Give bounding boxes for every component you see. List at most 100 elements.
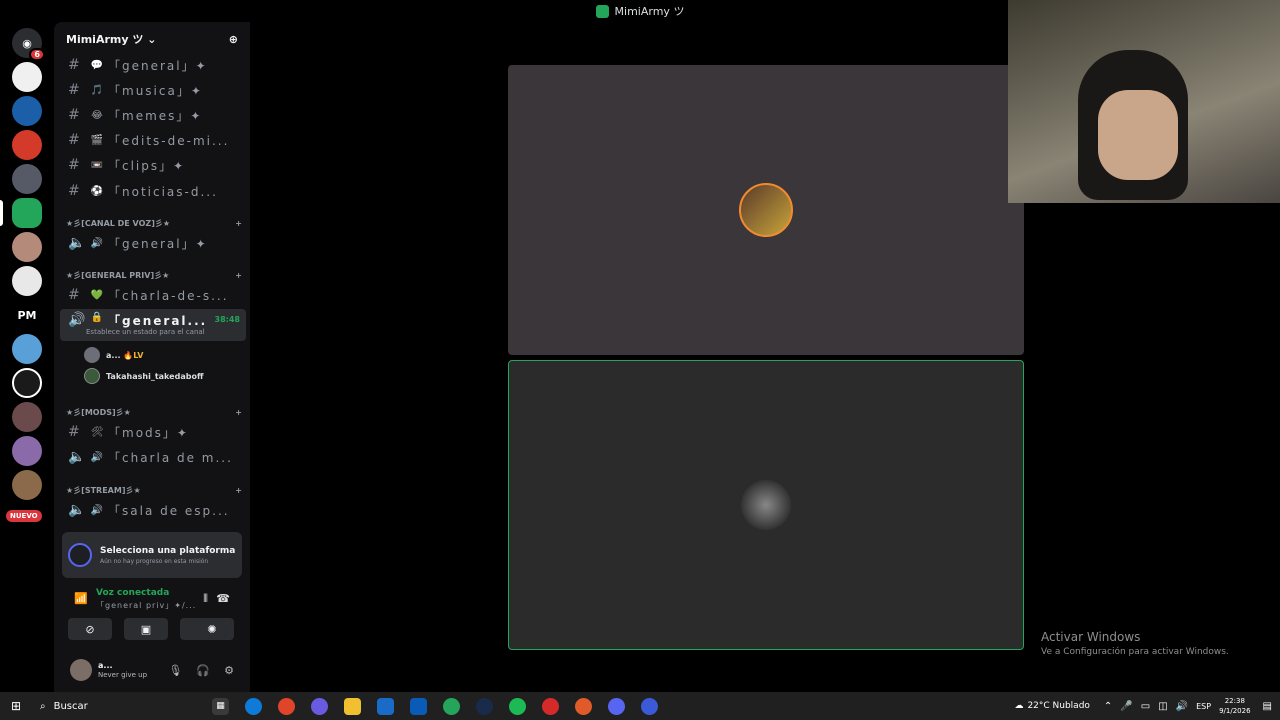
avatar	[739, 183, 793, 237]
steam-icon[interactable]	[476, 697, 493, 715]
voice-channel-general[interactable]: 🔈 🔊 「general」✦	[60, 232, 246, 254]
server-icon-1[interactable]	[12, 62, 42, 92]
signal-icon[interactable]: 📶	[74, 592, 88, 605]
voice-timer: 38:48	[214, 315, 240, 324]
server-icon-11[interactable]	[12, 402, 42, 432]
plus-icon[interactable]: +	[235, 219, 242, 228]
category-canal-de-voz[interactable]: ★彡[CANAL DE VOZ]彡★ +	[66, 216, 242, 230]
category-general-priv[interactable]: ★彡[GENERAL PRIV]彡★ +	[66, 268, 242, 282]
folder-icon[interactable]	[344, 697, 361, 715]
battery-icon[interactable]: ▭	[1141, 701, 1150, 712]
channel-charla[interactable]: # 💚 「charla-de-s...	[60, 284, 246, 306]
channel-status-hint[interactable]: Establece un estado para el canal	[86, 328, 205, 336]
windows-icon: ⊞	[10, 699, 22, 713]
plus-icon[interactable]: +	[235, 408, 242, 417]
chevron-up-icon[interactable]: ⌃	[1104, 701, 1112, 712]
chrome-icon[interactable]	[278, 697, 295, 715]
server-icon-6[interactable]	[12, 232, 42, 262]
screen-share-button[interactable]: ▣	[124, 618, 168, 640]
microphone-tray-icon[interactable]: 🎤	[1120, 701, 1132, 712]
browser-icon[interactable]	[575, 697, 592, 715]
lock-icon: 🔒	[90, 312, 104, 323]
search-icon: ⌕	[40, 700, 46, 712]
task-view-icon[interactable]: ▦	[212, 697, 229, 715]
clock[interactable]: 22:38 9/1/2026	[1219, 696, 1250, 716]
whatsapp-icon[interactable]	[443, 697, 460, 715]
voice-connected-label[interactable]: Voz conectada	[96, 588, 169, 598]
participant-tile-speaking[interactable]	[508, 360, 1024, 650]
server-icon-4[interactable]	[12, 164, 42, 194]
hash-icon: #	[68, 107, 80, 123]
discord-taskbar-icon[interactable]	[608, 697, 625, 715]
user-panel[interactable]: a... Never give up 🎙 🎧 ⚙	[62, 652, 242, 688]
store-icon[interactable]	[377, 697, 394, 715]
channel-memes[interactable]: # 😂 「memes」✦	[60, 104, 246, 126]
voice-channel-sala-espera[interactable]: 🔈 🔊 「sala de esp...	[60, 499, 246, 521]
channel-sidebar: MimiArmy ツ ⌄ ⊕ # 💬 「general」✦ # 🎵 「musica」✦ …	[54, 22, 250, 692]
plus-icon[interactable]: +	[235, 271, 242, 280]
speaker-icon: 🔈	[68, 502, 86, 518]
disconnect-icon[interactable]: ☎	[216, 592, 230, 605]
server-header[interactable]: MimiArmy ツ ⌄ ⊕	[54, 22, 250, 56]
hash-icon: #	[68, 424, 80, 440]
microphone-icon[interactable]: 🎙	[168, 664, 182, 677]
network-icon[interactable]: ◫	[1158, 701, 1167, 712]
plus-icon[interactable]: +	[235, 486, 242, 495]
notification-icon[interactable]: ▤	[1263, 701, 1272, 712]
voice-channel-charla-mods[interactable]: 🔈 🔊 「charla de m...	[60, 446, 246, 468]
voice-user[interactable]: a... 🔥LV	[84, 346, 244, 364]
spotify-icon[interactable]	[509, 697, 526, 715]
channel-edits[interactable]: # 🎬 「edits-de-mi...	[60, 129, 246, 151]
hash-icon: #	[68, 57, 80, 73]
taskbar-search[interactable]: ⌕ Buscar	[32, 692, 172, 720]
settings-app-icon[interactable]	[641, 697, 658, 715]
noise-suppression-icon[interactable]: ⦀	[203, 592, 208, 606]
start-button[interactable]: ⊞	[0, 692, 32, 720]
outlook-icon[interactable]	[410, 697, 427, 715]
server-icon-3[interactable]	[12, 130, 42, 160]
add-member-icon[interactable]: ⊕	[229, 33, 238, 46]
channel-musica[interactable]: # 🎵 「musica」✦	[60, 79, 246, 101]
headphones-icon[interactable]: 🎧	[196, 664, 210, 677]
server-icon-13[interactable]	[12, 470, 42, 500]
quest-card[interactable]: Selecciona una plataforma Aún no hay pro…	[62, 532, 242, 578]
user-status: Never give up	[98, 671, 148, 679]
gear-icon[interactable]: ⚙	[224, 664, 234, 677]
server-icon-7[interactable]	[12, 266, 42, 296]
discord-window: MimiArmy ツ ◉ 6 PM NUEVO MimiArmy ツ ⌄ ⊕ #…	[0, 0, 1280, 720]
voice-channel-link[interactable]: 「general priv」✦/...	[96, 600, 196, 611]
nuevo-badge[interactable]: NUEVO	[6, 510, 42, 522]
channel-mods[interactable]: # 🛠 「mods」✦	[60, 421, 246, 443]
edge-icon[interactable]	[245, 697, 262, 715]
app-icon[interactable]	[542, 697, 559, 715]
channel-noticias[interactable]: # ⚽ 「noticias-d...	[60, 180, 246, 202]
server-icon-pm[interactable]: PM	[12, 300, 42, 330]
hash-icon: #	[68, 132, 80, 148]
server-icon-12[interactable]	[12, 436, 42, 466]
participant-tile[interactable]	[508, 65, 1024, 355]
category-mods[interactable]: ★彡[MODS]彡★ +	[66, 405, 242, 419]
voice-stage: Activar Windows Ve a Configuración para …	[250, 0, 1280, 692]
window-title: MimiArmy ツ	[614, 5, 685, 18]
soundboard-button[interactable]: ✺	[190, 618, 234, 640]
cloud-icon: ☁	[1014, 701, 1024, 711]
channel-general[interactable]: # 💬 「general」✦	[60, 54, 246, 76]
language-indicator[interactable]: ESP	[1196, 702, 1211, 711]
weather-widget[interactable]: ☁ 22°C Nublado	[1014, 701, 1089, 711]
hash-icon: #	[68, 157, 80, 173]
server-icon-mimiarmy[interactable]	[12, 198, 42, 228]
discord-app-icon	[595, 4, 609, 18]
server-icon-10[interactable]	[12, 368, 42, 398]
channel-clips[interactable]: # 📼 「clips」✦	[60, 154, 246, 176]
quest-title: Selecciona una plataforma	[100, 545, 236, 556]
camera-off-icon: ⊘	[85, 622, 95, 636]
home-button[interactable]: ◉ 6	[12, 28, 45, 61]
active-voice-channel[interactable]: 🔊 🔒 「general... 38:48 Establece un estad…	[60, 309, 246, 341]
copilot-icon[interactable]	[311, 697, 328, 715]
category-stream[interactable]: ★彡[STREAM]彡★ +	[66, 483, 242, 497]
server-icon-2[interactable]	[12, 96, 42, 126]
camera-button[interactable]: ⊘	[68, 618, 112, 640]
voice-user[interactable]: Takahashi_takedaboff	[84, 367, 244, 385]
volume-icon[interactable]: 🔊	[1176, 701, 1188, 712]
server-icon-9[interactable]	[12, 334, 42, 364]
